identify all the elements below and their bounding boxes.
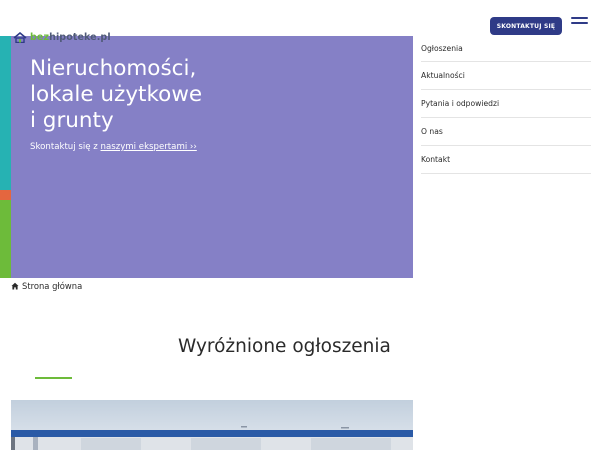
home-icon[interactable] [11, 282, 19, 290]
listing-photo[interactable] [11, 400, 413, 450]
title-underline [35, 377, 72, 379]
contact-button[interactable]: SKONTAKTUJ SIĘ [490, 17, 562, 35]
menu-item-o-nas[interactable]: O nas [421, 118, 591, 146]
breadcrumb-home-link[interactable]: Strona główna [22, 281, 82, 291]
main-menu: Ogłoszenia Aktualności Pytania i odpowie… [421, 36, 591, 174]
menu-item-kontakt[interactable]: Kontakt [421, 146, 591, 174]
hero-color-stripes [0, 36, 11, 278]
listing-photo-image [11, 400, 413, 450]
hero-title: Nieruchomości, lokale użytkowe i grunty [30, 56, 400, 134]
featured-listings-title: Wyróżnione ogłoszenia [178, 336, 391, 357]
hero-subtitle-text: Skontaktuj się z [30, 142, 101, 152]
hamburger-menu-icon[interactable] [571, 17, 588, 27]
menu-item-faq[interactable]: Pytania i odpowiedzi [421, 90, 591, 118]
hero-title-line: Nieruchomości, [30, 56, 197, 81]
house-logo-icon [13, 31, 27, 43]
hero-banner: Nieruchomości, lokale użytkowe i grunty … [0, 36, 413, 278]
logo-text: bezhipoteke.pl [30, 32, 111, 43]
hero-title-line: lokale użytkowe [30, 82, 203, 107]
menu-item-aktualnosci[interactable]: Aktualności [421, 62, 591, 90]
menu-item-ogloszenia[interactable]: Ogłoszenia [421, 36, 591, 62]
experts-link[interactable]: naszymi ekspertami ›› [101, 142, 197, 152]
site-logo[interactable]: bezhipoteke.pl [13, 30, 111, 44]
hero-title-line: i grunty [30, 108, 114, 133]
breadcrumb: Strona główna [11, 281, 82, 291]
logo-text-name: hipoteke.pl [49, 31, 111, 43]
hero-subtitle: Skontaktuj się z naszymi ekspertami ›› [30, 142, 197, 152]
logo-text-prefix: bez [30, 31, 50, 43]
